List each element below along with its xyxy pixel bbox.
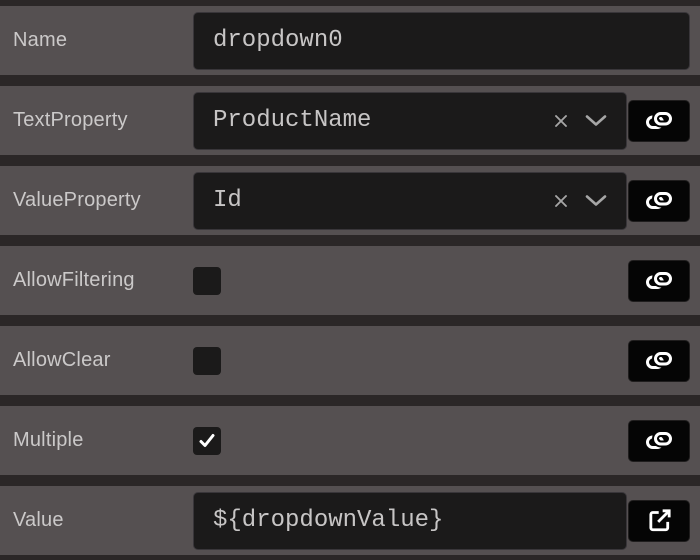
chevron-down-icon[interactable] — [584, 114, 608, 127]
property-label-cell: Value — [0, 509, 193, 532]
property-label: ValueProperty — [13, 189, 141, 211]
multiple-checkbox[interactable] — [193, 426, 221, 455]
open-editor-button[interactable] — [628, 499, 690, 542]
property-label-cell: AllowClear — [0, 349, 193, 372]
property-control-cell: ProductName — [193, 86, 700, 155]
chevron-down-icon[interactable] — [584, 194, 608, 207]
valueproperty-dropdown[interactable]: Id — [193, 171, 627, 230]
property-label: AllowClear — [13, 349, 111, 371]
link-chain-icon — [645, 351, 673, 370]
clear-x-icon[interactable] — [553, 193, 569, 209]
value-input[interactable] — [193, 491, 627, 550]
property-row-multiple: Multiple — [0, 406, 700, 475]
property-row-allowfiltering: AllowFiltering — [0, 246, 700, 315]
property-label-cell: Name — [0, 29, 193, 52]
link-chain-icon — [645, 111, 673, 130]
property-row-value: Value — [0, 486, 700, 555]
bind-property-button[interactable] — [628, 179, 690, 222]
property-control-cell — [193, 6, 700, 75]
dropdown-selected-value: Id — [213, 187, 242, 214]
property-row-textproperty: TextProperty ProductName — [0, 86, 700, 155]
link-chain-icon — [645, 191, 673, 210]
property-label-cell: TextProperty — [0, 109, 193, 132]
bind-property-button[interactable] — [628, 99, 690, 142]
property-control-cell — [193, 406, 700, 475]
external-link-icon — [646, 507, 673, 534]
property-label: AllowFiltering — [13, 269, 135, 291]
link-chain-icon — [645, 431, 673, 450]
properties-panel: Name TextProperty ProductName ValueProperty… — [0, 0, 700, 560]
link-chain-icon — [645, 271, 673, 290]
property-label: Multiple — [13, 429, 84, 451]
property-row-allowclear: AllowClear — [0, 326, 700, 395]
property-label: TextProperty — [13, 109, 128, 131]
allowfiltering-checkbox[interactable] — [193, 266, 221, 295]
property-control-cell: Id — [193, 166, 700, 235]
property-control-cell — [193, 486, 700, 555]
property-label: Value — [13, 509, 64, 531]
property-control-cell — [193, 326, 700, 395]
property-label-cell: ValueProperty — [0, 189, 193, 212]
bind-property-button[interactable] — [628, 419, 690, 462]
clear-x-icon[interactable] — [553, 113, 569, 129]
bind-property-button[interactable] — [628, 259, 690, 302]
allowclear-checkbox[interactable] — [193, 346, 221, 375]
property-row-name: Name — [0, 6, 700, 75]
bind-property-button[interactable] — [628, 339, 690, 382]
textproperty-dropdown[interactable]: ProductName — [193, 91, 627, 150]
property-row-valueproperty: ValueProperty Id — [0, 166, 700, 235]
dropdown-selected-value: ProductName — [213, 107, 372, 134]
check-icon — [197, 431, 217, 451]
property-label: Name — [13, 29, 68, 51]
property-label-cell: AllowFiltering — [0, 269, 193, 292]
name-input[interactable] — [193, 11, 690, 70]
property-label-cell: Multiple — [0, 429, 193, 452]
property-control-cell — [193, 246, 700, 315]
